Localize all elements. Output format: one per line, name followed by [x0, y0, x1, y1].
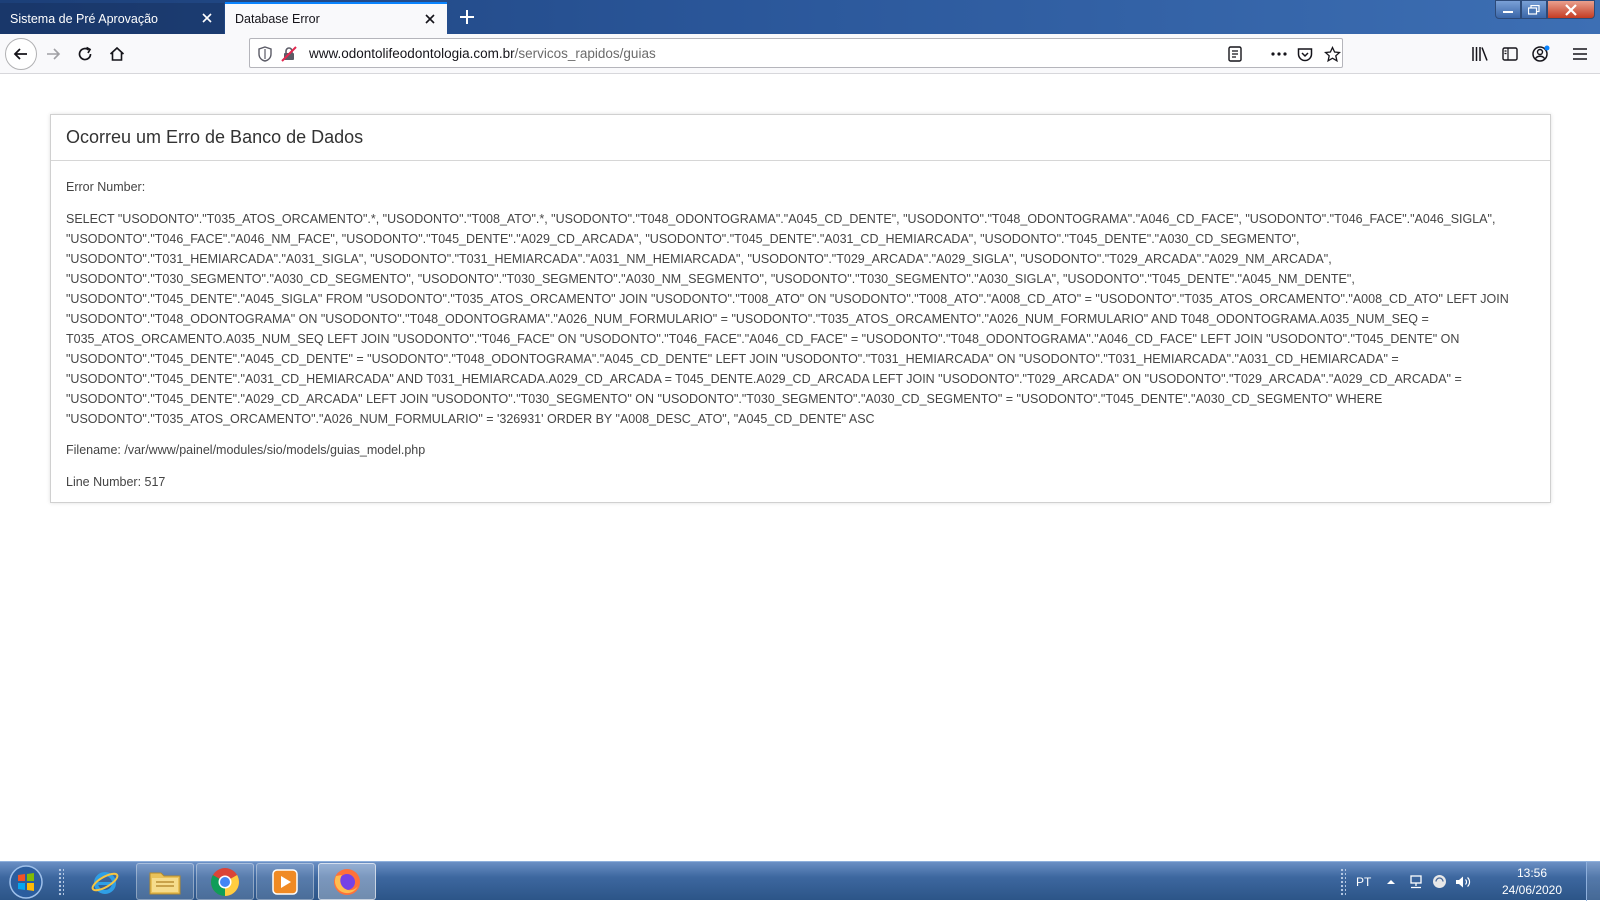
browser-tab-strip: Sistema de Pré Aprovação Database Error [0, 0, 1600, 34]
forward-arrow-icon [47, 48, 61, 60]
close-tab-icon[interactable] [423, 12, 437, 26]
sidebar-icon [1502, 47, 1518, 61]
minimize-icon [1503, 10, 1513, 13]
tab-sistema-pre-aprovacao[interactable]: Sistema de Pré Aprovação [0, 3, 224, 34]
error-line-number: Line Number: 517 [66, 475, 166, 489]
show-desktop-button[interactable] [1586, 862, 1600, 901]
bookmark-star-icon[interactable] [1323, 45, 1341, 63]
error-number: Error Number: [66, 180, 146, 194]
back-arrow-icon [13, 48, 27, 60]
close-window-button[interactable] [1547, 0, 1595, 19]
taskbar-internet-explorer[interactable] [76, 863, 134, 900]
speaker-icon [1456, 876, 1471, 887]
close-icon [1565, 3, 1577, 16]
error-filename: Filename: /var/www/painel/modules/sio/mo… [66, 443, 426, 457]
volume-button[interactable] [1455, 862, 1473, 901]
sql-query-text: SELECT "USODONTO"."T035_ATOS_ORCAMENTO".… [66, 212, 1509, 426]
network-icon [1410, 874, 1422, 888]
reload-button[interactable] [71, 40, 99, 68]
taskbar-clock[interactable]: 13:56 24/06/2020 [1497, 865, 1567, 899]
url-text[interactable]: www.odontolifeodontologia.com.br/servico… [309, 46, 656, 61]
taskbar-chrome[interactable] [196, 863, 254, 900]
page-actions-icon[interactable] [1270, 45, 1288, 63]
chrome-icon [211, 867, 239, 896]
account-button[interactable] [1527, 40, 1555, 68]
error-panel: Ocorreu um Erro de Banco de Dados Error … [50, 114, 1551, 503]
tab-title: Database Error [235, 12, 320, 26]
sync-button[interactable] [1432, 862, 1447, 901]
new-tab-button[interactable] [456, 6, 478, 28]
language-indicator[interactable]: PT [1356, 862, 1371, 901]
sidebar-button[interactable] [1496, 40, 1524, 68]
home-button[interactable] [103, 40, 131, 68]
account-icon [1532, 45, 1550, 62]
shield-icon[interactable] [256, 45, 274, 63]
menu-button[interactable] [1566, 40, 1594, 68]
library-button[interactable] [1466, 40, 1494, 68]
library-icon [1472, 47, 1488, 61]
divider [51, 160, 1550, 161]
file-explorer-icon [149, 872, 181, 894]
network-button[interactable] [1408, 862, 1424, 901]
firefox-icon [334, 868, 360, 895]
windows-taskbar: PT 13:56 24/06/2020 [0, 861, 1600, 901]
clock-time: 13:56 [1516, 866, 1548, 880]
chevron-up-icon [1387, 879, 1395, 884]
show-hidden-icons-button[interactable] [1386, 862, 1396, 901]
restore-icon [1528, 4, 1540, 15]
media-player-icon [272, 868, 298, 895]
internet-explorer-icon [91, 871, 119, 894]
insecure-lock-icon[interactable] [280, 45, 298, 63]
forward-button[interactable] [39, 40, 67, 68]
start-button[interactable] [4, 864, 48, 900]
taskbar-file-explorer[interactable] [136, 863, 194, 900]
restore-button[interactable] [1521, 0, 1547, 19]
windows-orb-icon [9, 865, 43, 899]
url-domain: www.odontolifeodontologia.com.br [309, 46, 515, 61]
back-button[interactable] [5, 38, 37, 70]
taskbar-grip [58, 868, 64, 896]
page-title: Ocorreu um Erro de Banco de Dados [66, 127, 364, 147]
tab-database-error[interactable]: Database Error [225, 2, 447, 34]
navigation-toolbar: www.odontolifeodontologia.com.br/servico… [0, 34, 1600, 74]
tab-title: Sistema de Pré Aprovação [10, 11, 158, 26]
hamburger-menu-icon [1573, 48, 1587, 60]
taskbar-media-player[interactable] [256, 863, 314, 900]
taskbar-firefox[interactable] [318, 863, 376, 900]
clock-date: 24/06/2020 [1501, 883, 1563, 897]
reader-view-icon[interactable] [1226, 45, 1244, 63]
minimize-button[interactable] [1495, 0, 1521, 19]
url-path: /servicos_rapidos/guias [514, 46, 656, 61]
address-bar[interactable]: www.odontolifeodontologia.com.br/servico… [249, 38, 1343, 68]
reload-icon [78, 46, 92, 61]
close-tab-icon[interactable] [200, 11, 214, 25]
sync-icon [1433, 875, 1446, 888]
pocket-icon[interactable] [1296, 45, 1314, 63]
home-icon [109, 46, 125, 61]
tray-grip [1340, 868, 1346, 896]
